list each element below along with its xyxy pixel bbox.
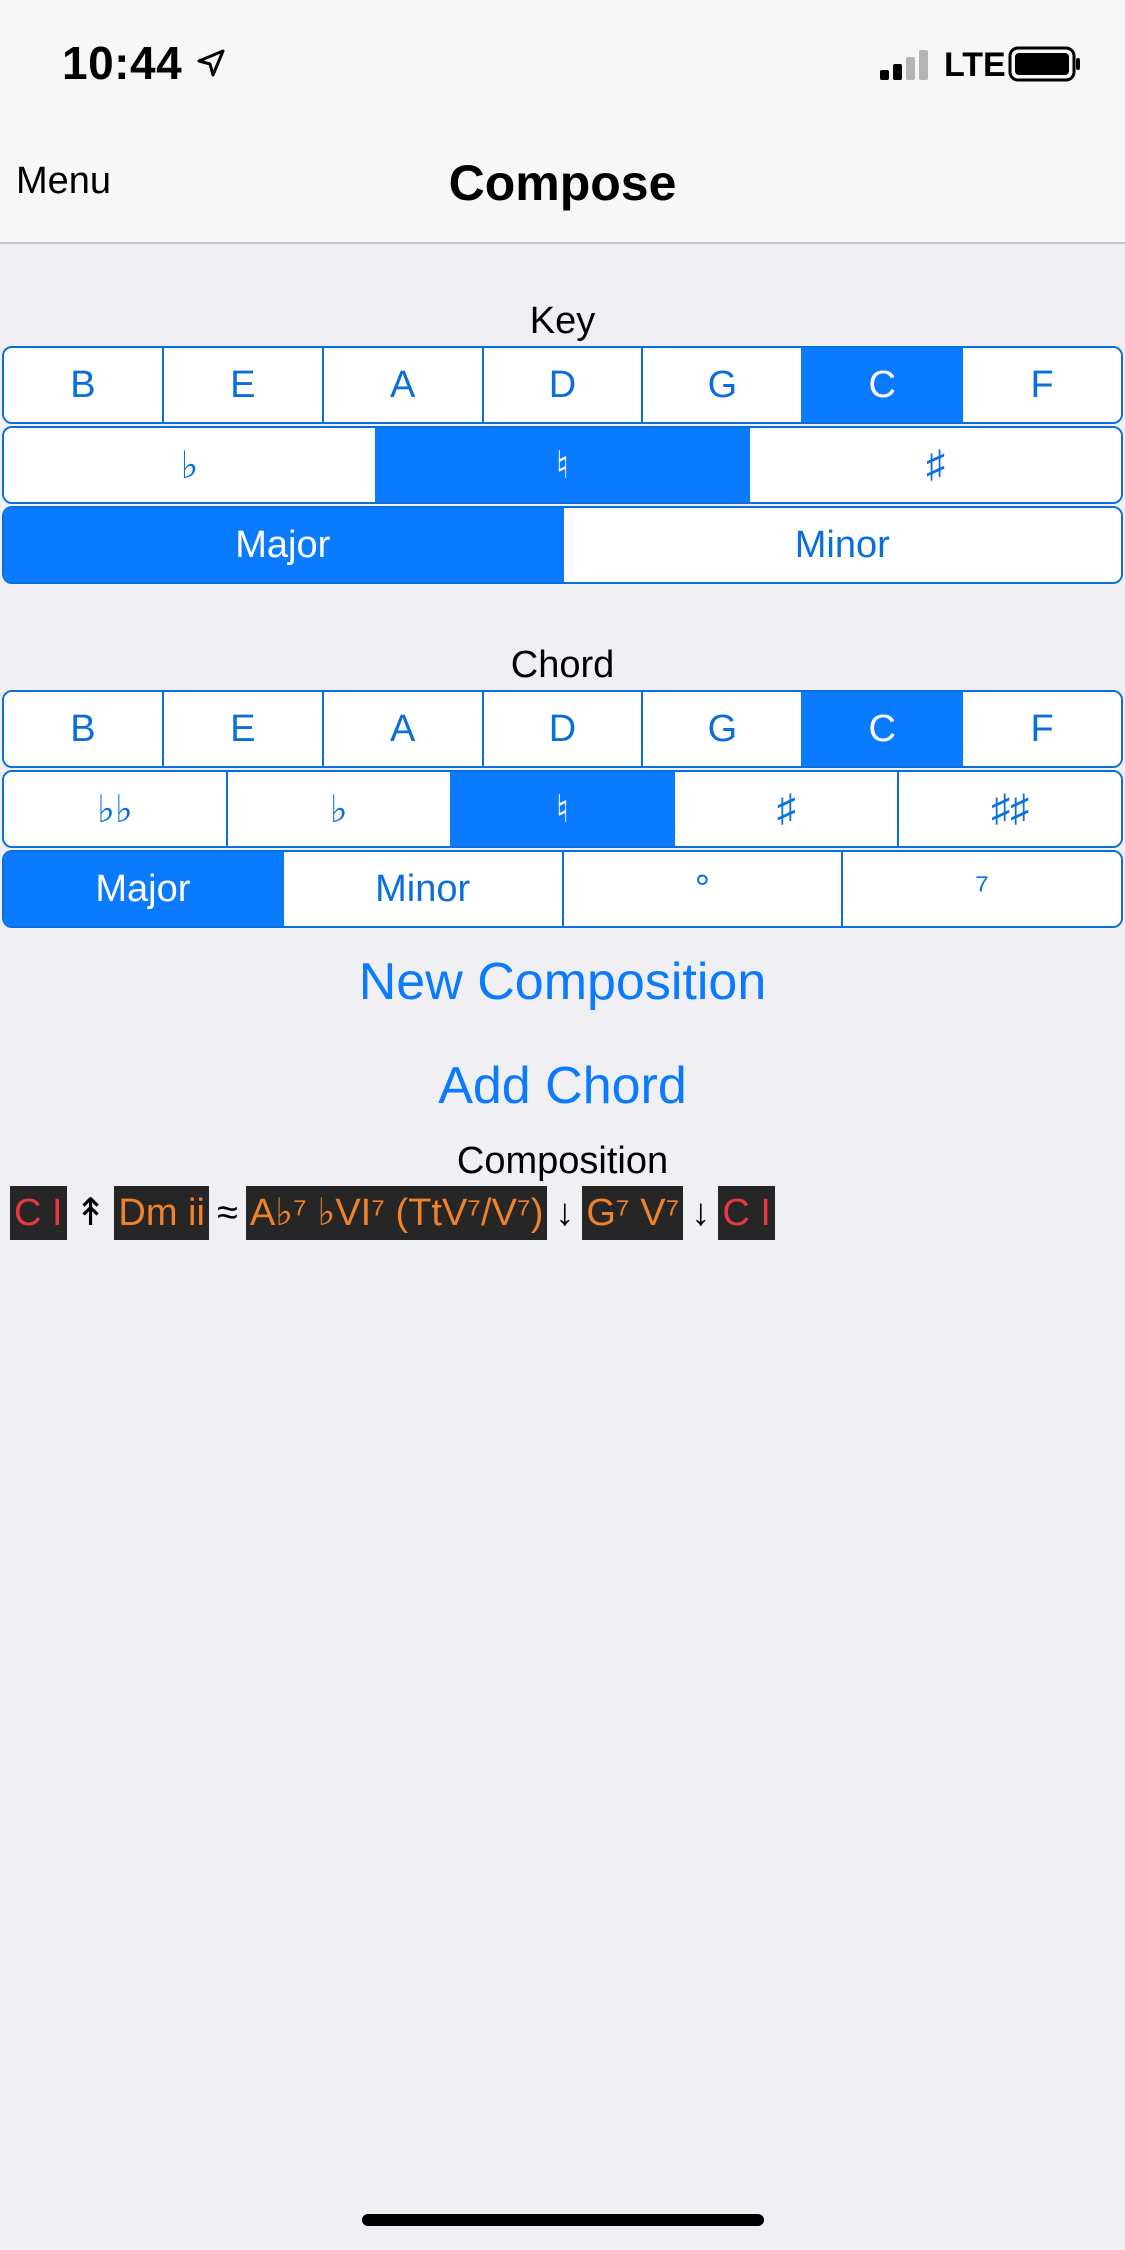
chord-notes-option[interactable]: C [801,692,962,766]
key-notes-option[interactable]: F [961,348,1121,422]
chord-qualities-option[interactable]: Major [4,852,282,926]
status-time: 10:44 [62,37,183,89]
key-note-selector: BEADGCF [2,346,1123,424]
chord-note-selector: BEADGCF [2,690,1123,768]
chord-qualities-option[interactable]: Minor [281,852,562,926]
chord-chip[interactable]: C I [718,1186,775,1240]
key-notes-option[interactable]: D [481,348,642,422]
key-accidentals-option[interactable]: ♭ [4,428,375,502]
chord-label: Chord [510,644,615,686]
cellular-signal-icon [880,50,928,80]
key-accidental-selector: ♭ ♮ ♯ [2,426,1123,504]
key-qualities-option[interactable]: Major [4,508,562,582]
chord-notes-option[interactable]: F [961,692,1121,766]
transition-symbol: ↓ [691,1192,711,1234]
chord-notes-option[interactable]: D [481,692,642,766]
page-title: Compose [448,155,677,211]
chord-chip[interactable]: C I [10,1186,67,1240]
chord-accidental-selector: ♭♭ ♭ ♮ ♯ ♯♯ [2,770,1123,848]
key-accidentals-option[interactable]: ♯ [748,428,1121,502]
battery-icon [1008,46,1080,82]
chord-chip[interactable]: G⁷ V⁷ [582,1186,684,1240]
chord-chip[interactable]: A♭⁷ ♭VI⁷ (TtV⁷/V⁷) [245,1186,548,1240]
home-indicator[interactable] [362,2214,764,2226]
key-label: Key [529,300,596,342]
menu-button[interactable]: Menu [16,160,111,203]
key-notes-option[interactable]: E [161,348,322,422]
network-type: LTE [944,46,1006,84]
chord-qualities-option[interactable]: ° [561,852,842,926]
chord-notes-option[interactable]: G [641,692,802,766]
chord-accidentals-option[interactable]: ♯ [673,772,898,846]
composition-label: Composition [456,1140,669,1182]
chord-notes-option[interactable]: B [4,692,162,766]
transition-symbol: ≈ [216,1192,238,1234]
navigation-bar: Compose Menu [0,130,1125,244]
new-composition-button[interactable]: New Composition [0,952,1125,1012]
chord-accidentals-option[interactable]: ♮ [449,772,674,846]
chord-quality-selector: Major Minor ° ⁷ [2,850,1123,928]
chord-notes-option[interactable]: A [321,692,482,766]
chord-notes-option[interactable]: E [161,692,322,766]
transition-symbol: ↓ [555,1192,575,1234]
add-chord-button[interactable]: Add Chord [0,1056,1125,1116]
status-bar: 10:44 LTE [0,0,1125,130]
key-notes-option[interactable]: B [4,348,162,422]
key-accidentals-option[interactable]: ♮ [375,428,748,502]
key-notes-option[interactable]: G [641,348,802,422]
chord-accidentals-option[interactable]: ♯♯ [897,772,1121,846]
key-qualities-option[interactable]: Minor [561,508,1121,582]
chord-chip[interactable]: Dm ii [114,1186,209,1240]
key-notes-option[interactable]: A [321,348,482,422]
key-notes-option[interactable]: C [801,348,962,422]
location-arrow-icon [197,49,225,77]
chord-accidentals-option[interactable]: ♭ [225,772,450,846]
transition-symbol: ↟ [74,1192,107,1234]
chord-qualities-option[interactable]: ⁷ [841,852,1121,926]
key-quality-selector: Major Minor [2,506,1123,584]
composition-sequence: C I ↟ Dm ii ≈ A♭⁷ ♭VI⁷ (TtV⁷/V⁷) ↓ G⁷ V⁷ ↓ C I [10,1186,775,1240]
chord-accidentals-option[interactable]: ♭♭ [4,772,226,846]
